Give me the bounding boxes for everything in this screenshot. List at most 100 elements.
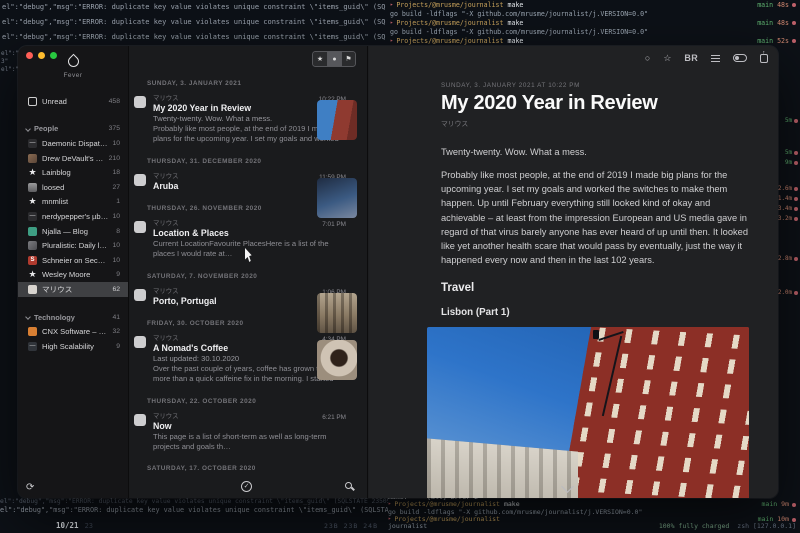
search-button[interactable] — [345, 482, 352, 489]
sidebar-section-technology[interactable]: Technology 41 — [18, 310, 128, 325]
text-view-icon[interactable] — [711, 55, 720, 62]
feed-label: CNX Software – Emb… — [42, 327, 108, 336]
prompt-marker-icon: ▸ — [388, 501, 391, 508]
feed-favicon-icon: — — [28, 212, 37, 221]
terminal-right-strip: 5m 5m 9m 2.6m 1.4m 3.4m 3.2m 2.8m 2.0m — [779, 46, 800, 498]
filter-unread-button[interactable]: ● — [327, 52, 341, 66]
date-header: Saturday, 7. November 2020 — [129, 265, 369, 283]
terminal-output: journalist — [388, 523, 427, 530]
article-list-item[interactable]: マリウス Zeit, erfassen: A CLI Activity & Ti… — [129, 475, 369, 476]
feed-label: Schneier on Security — [42, 256, 108, 265]
window-index[interactable]: 10/21 — [56, 521, 79, 530]
sidebar-section-people[interactable]: People 375 — [18, 122, 128, 137]
feed-favicon-icon — [134, 336, 146, 348]
sidebar-feed-item[interactable]: — Daemonic Dispatches 10 — [18, 136, 128, 151]
status-dim-value: 23 — [85, 522, 93, 530]
terminal-build-line: ▸ Projects/@mrusme/journalist make main … — [390, 37, 796, 46]
feed-favicon-icon: — — [28, 342, 37, 351]
terminal-output: go build -ldflags "-X github.com/mrusme/… — [390, 10, 648, 19]
sidebar-feed-item[interactable]: マリウス 62 — [18, 282, 128, 297]
sidebar-feed-item[interactable]: — nerdypepper's µblog 10 — [18, 209, 128, 224]
feed-favicon-icon: — — [28, 139, 37, 148]
terminal-log-line: el":"debug","msg":"ERROR: duplicate key … — [0, 498, 388, 506]
mark-all-read-button[interactable]: ✓ — [241, 481, 252, 492]
terminal-build-line: ▸ go build -ldflags "-X github.com/mrusm… — [390, 10, 796, 19]
article-thumbnail — [317, 340, 357, 380]
feed-label: High Scalability — [42, 342, 112, 351]
star-icon[interactable]: ☆ — [663, 53, 671, 63]
sidebar-feed-item[interactable]: Drew DeVault's blog 210 — [18, 151, 128, 166]
filter-starred-button[interactable]: ★ — [313, 52, 327, 66]
git-branch-label: main — [757, 37, 773, 46]
sidebar-feed-item[interactable]: Njalla — Blog 8 — [18, 224, 128, 239]
git-branch-label: main — [757, 1, 773, 10]
feed-count-badge: 8 — [116, 228, 120, 235]
photo-red-building — [554, 327, 749, 498]
article-list-item[interactable]: マリウス Porto, Portugal 1:06 PM — [129, 283, 369, 312]
prompt-marker-icon: ▸ — [390, 19, 393, 28]
sidebar-feed-item[interactable]: Pluralistic: Daily links… 10 — [18, 238, 128, 253]
article-page-title: My 2020 Year in Review — [441, 92, 749, 115]
article-list-item[interactable]: マリウス Now This page is a list of short-te… — [129, 408, 369, 458]
feed-label: Lainblog — [42, 168, 108, 177]
share-icon[interactable] — [760, 54, 768, 63]
filter-flagged-button[interactable]: ⚑ — [341, 52, 355, 66]
article-thumbnail — [317, 293, 357, 333]
terminal-top-logs: el":"debug","msg":"ERROR: duplicate key … — [0, 0, 386, 46]
sidebar-feed-item[interactable]: CNX Software – Emb… 32 — [18, 324, 128, 339]
sidebar-feed-item[interactable]: ★ Lainblog 18 — [18, 165, 128, 180]
section-count-badge: 41 — [112, 314, 120, 321]
terminal-output: go build -ldflags "-X github.com/mrusme/… — [390, 28, 648, 37]
reading-toolbar: ○ ☆ BR — [645, 53, 768, 63]
feed-label: Pluralistic: Daily links… — [42, 241, 108, 250]
prompt-marker-icon: ▸ — [390, 37, 393, 46]
article-list-item[interactable]: マリウス My 2020 Year in Review Twenty-twent… — [129, 90, 369, 150]
terminal-path: Projects/@mrusme/journalist — [394, 516, 500, 523]
article-snippet: This page is a list of short-term as wel… — [153, 432, 346, 452]
feed-label: Njalla — Blog — [42, 227, 112, 236]
feed-count-badge: 1 — [116, 198, 120, 205]
article-list-item[interactable]: マリウス A Nomad's Coffee Last updated: 30.1… — [129, 330, 369, 390]
list-toolbar: ★ ● ⚑ ✕ — [128, 46, 368, 72]
mark-unread-icon[interactable]: ○ — [645, 53, 650, 63]
feed-favicon-icon — [28, 285, 37, 294]
terminal-command: make — [504, 501, 520, 508]
sidebar-feed-item[interactable]: S Schneier on Security 10 — [18, 253, 128, 268]
feed-count-badge: 9 — [116, 343, 120, 350]
sidebar-item-unread[interactable]: Unread 458 — [18, 94, 128, 109]
feed-count-badge: 27 — [112, 184, 120, 191]
sidebar-feed-item[interactable]: ★ Wesley Moore 9 — [18, 268, 128, 283]
feed-favicon-icon — [134, 289, 146, 301]
feed-label: Drew DeVault's blog — [42, 154, 105, 163]
feed-label: mnmlist — [42, 197, 112, 206]
open-in-browser-button[interactable]: BR — [684, 53, 698, 63]
error-dot-icon — [792, 518, 796, 522]
terminal-build-line: ▸ Projects/@mrusme/journalist make main … — [390, 1, 796, 10]
article-list-pane: Sunday, 3. January 2021 マリウス My 2020 Yea… — [128, 46, 368, 498]
feed-favicon-icon — [28, 154, 37, 163]
feed-label: nerdypepper's µblog — [42, 212, 108, 221]
photo-lamp — [593, 330, 599, 339]
article-list-item[interactable]: マリウス Aruba 11:59 PM — [129, 168, 369, 197]
terminal-build-line: ▸ Projects/@mrusme/journalist make main … — [388, 501, 796, 508]
feed-count-badge: 210 — [109, 155, 120, 162]
date-header: Thursday, 22. October 2020 — [129, 390, 369, 408]
command-duration: 5m — [785, 150, 798, 156]
sidebar-feed-item[interactable]: loosed 27 — [18, 180, 128, 195]
appearance-toggle-icon[interactable] — [733, 54, 747, 62]
feed-label: loosed — [42, 183, 108, 192]
date-header: Thursday, 31. December 2020 — [129, 150, 369, 168]
terminal-path: Projects/@mrusme/journalist — [396, 1, 503, 10]
feed-count-badge: 18 — [112, 169, 120, 176]
refresh-button[interactable]: ⟳ — [26, 482, 34, 493]
feed-favicon-icon — [134, 174, 146, 186]
article-list-scroll[interactable]: Sunday, 3. January 2021 マリウス My 2020 Yea… — [129, 72, 369, 476]
sidebar-feed-item[interactable]: ★ mnmlist 1 — [18, 195, 128, 210]
tmux-status-bar: 10/21 23 23B 23B 24B — [0, 518, 388, 533]
filter-segmented-control: ★ ● ⚑ — [312, 51, 356, 67]
status-values: 23B 23B 24B — [324, 522, 378, 530]
sidebar-feed-item[interactable]: — High Scalability 9 — [18, 339, 128, 354]
feed-count-badge: 10 — [112, 257, 120, 264]
feed-count-badge: 10 — [112, 213, 120, 220]
article-list-group: Thursday, 22. October 2020 マリウス Now This… — [129, 390, 369, 458]
